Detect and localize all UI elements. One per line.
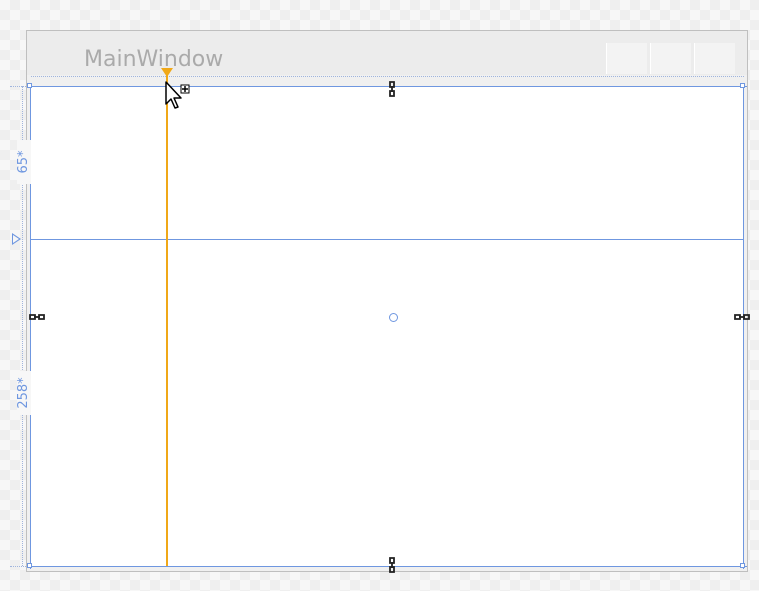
resize-handle-bottom-right[interactable]: [740, 563, 745, 568]
chain-link-icon[interactable]: [734, 312, 750, 322]
grid-design-surface[interactable]: [31, 86, 744, 567]
row-1-height-label[interactable]: 65*: [16, 140, 31, 184]
top-tick: [10, 86, 28, 87]
grid-row-divider[interactable]: [30, 239, 744, 240]
resize-handle-top-left[interactable]: [27, 83, 32, 88]
chain-link-icon[interactable]: [387, 81, 397, 97]
maximize-button[interactable]: [650, 43, 691, 74]
triangle-down-icon: [161, 68, 173, 77]
resize-handle-top-right[interactable]: [740, 83, 745, 88]
minimize-button[interactable]: [606, 43, 647, 74]
close-button[interactable]: [694, 43, 735, 74]
triangle-right-icon[interactable]: [12, 233, 21, 245]
window-title: MainWindow: [84, 47, 224, 72]
circle-icon[interactable]: [389, 313, 398, 322]
column-insert-guide: [166, 74, 168, 566]
row-2-height-label[interactable]: 258*: [16, 371, 31, 415]
chain-link-icon[interactable]: [29, 312, 45, 322]
grid-right-border: [743, 84, 744, 569]
bottom-tick: [10, 566, 28, 567]
top-margin-guide: [31, 76, 744, 77]
arrow-add-cursor-icon: [165, 81, 190, 109]
resize-handle-bottom-left[interactable]: [27, 563, 32, 568]
chain-link-icon[interactable]: [387, 557, 397, 573]
